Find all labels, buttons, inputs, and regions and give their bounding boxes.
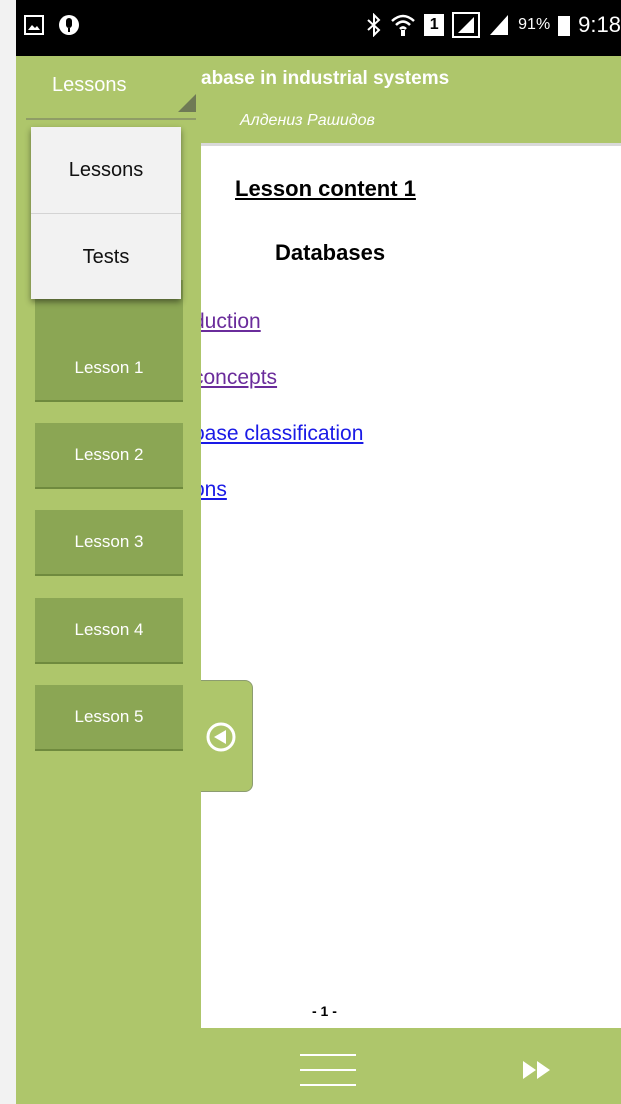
lesson-content-panel: Lesson content 1 Databases duction conce…: [193, 143, 621, 1031]
page-number: - 1 -: [312, 1003, 337, 1019]
drawer-handle[interactable]: [201, 680, 253, 792]
status-left-icons: [24, 14, 80, 36]
course-title: abase in industrial systems: [201, 68, 450, 89]
topic-link-introduction[interactable]: duction: [193, 310, 261, 334]
lesson-4-button[interactable]: Lesson 4: [35, 598, 183, 664]
menu-icon[interactable]: [300, 1050, 356, 1090]
topic-link-classification[interactable]: oase classification: [193, 422, 363, 446]
status-right: 1 91% 9:18: [366, 12, 621, 38]
battery-icon: [558, 16, 571, 36]
lesson-2-button[interactable]: Lesson 2: [35, 423, 183, 489]
status-bar: 1 91% 9:18: [16, 0, 621, 56]
topic-link-concepts[interactable]: concepts: [193, 366, 277, 390]
menu-item-lessons[interactable]: Lessons: [31, 127, 181, 213]
subject-heading: Databases: [275, 240, 386, 265]
fast-forward-icon[interactable]: [522, 1060, 552, 1080]
microphone-icon: [59, 15, 79, 35]
app-screen: 1 91% 9:18 abase in industrial systems А…: [16, 0, 621, 1104]
battery-percent: 91%: [518, 16, 551, 33]
wifi-icon: [391, 14, 415, 36]
menu-item-tests[interactable]: Tests: [31, 214, 181, 300]
dropdown-underline: [26, 118, 196, 120]
sim-icon: 1: [424, 14, 445, 36]
dropdown-arrow-icon[interactable]: [178, 94, 196, 112]
lesson-5-button[interactable]: Lesson 5: [35, 685, 183, 751]
section-dropdown-menu: Lessons Tests: [31, 127, 181, 299]
author-name: Алдениз Рашидов: [240, 112, 375, 129]
signal-icon: [490, 15, 509, 35]
signal-icon: [452, 12, 481, 38]
back-arrow-circle-icon[interactable]: [205, 721, 237, 753]
lesson-title: Lesson content 1: [235, 176, 416, 201]
clock: 9:18: [578, 12, 621, 37]
bluetooth-icon: [367, 13, 381, 37]
section-dropdown[interactable]: Lessons: [52, 74, 127, 97]
lesson-1-button[interactable]: Lesson 1: [35, 336, 183, 402]
lesson-3-button[interactable]: Lesson 3: [35, 510, 183, 576]
gallery-icon: [24, 15, 44, 35]
